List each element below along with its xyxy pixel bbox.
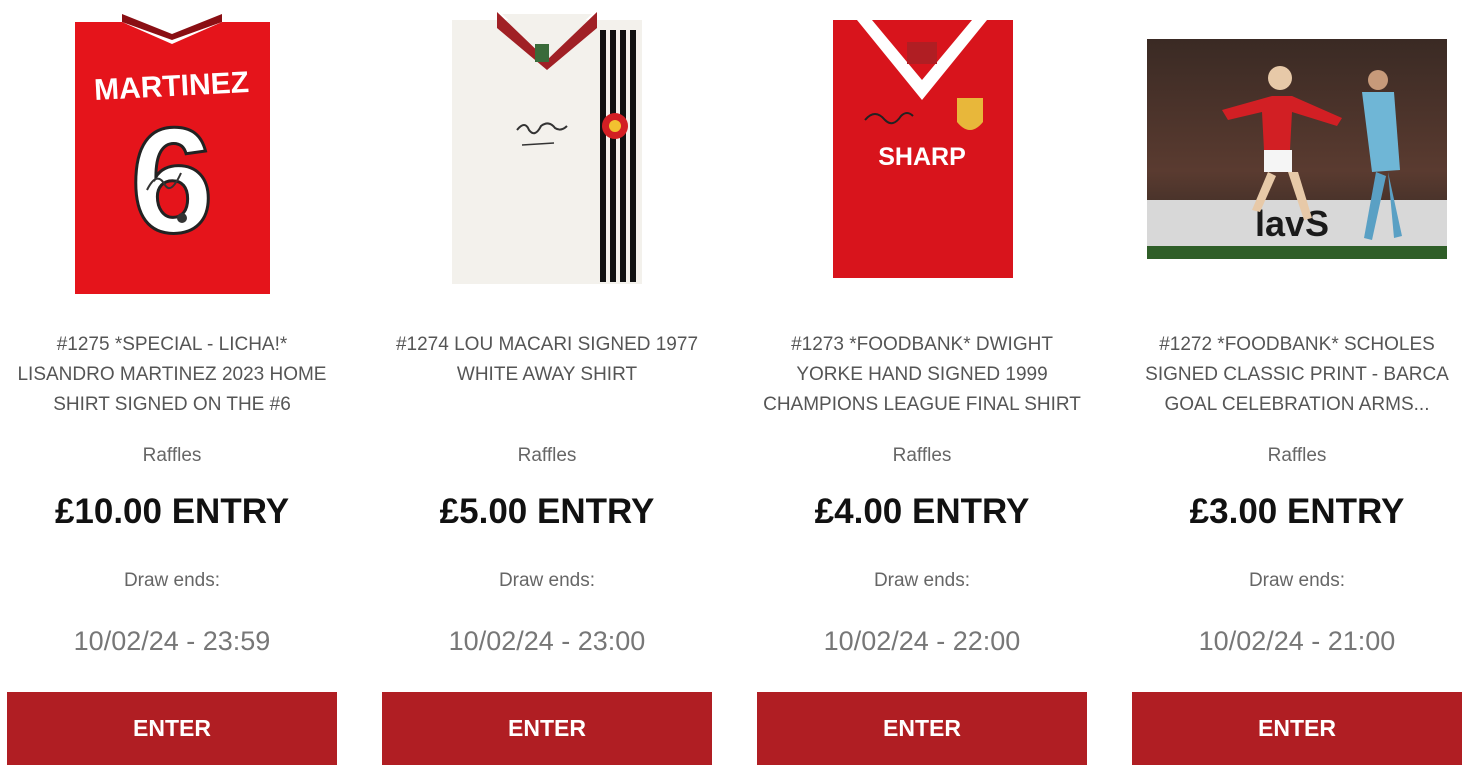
raffle-category: Raffles <box>892 445 952 466</box>
enter-button[interactable]: ENTER <box>1132 692 1462 765</box>
draw-ends-label: Draw ends: <box>123 570 221 591</box>
raffle-category: Raffles <box>1267 445 1327 466</box>
entry-price: £3.00 ENTRY <box>1189 492 1405 531</box>
entry-price: £10.00 ENTRY <box>54 492 290 531</box>
entry-price: £4.00 ENTRY <box>814 492 1030 531</box>
raffle-card: lavS #1272 *FOODBANK* SCHOLES SIGNED CLA… <box>1132 0 1462 772</box>
enter-button[interactable]: ENTER <box>382 692 712 765</box>
white-away-shirt-icon <box>452 12 642 284</box>
enter-button[interactable]: ENTER <box>7 692 337 765</box>
enter-button[interactable]: ENTER <box>757 692 1087 765</box>
red-home-shirt-icon: MARTINEZ 6 <box>75 14 270 294</box>
product-image[interactable]: SHARP <box>757 0 1087 300</box>
draw-ends-date: 10/02/24 - 23:00 <box>448 626 646 656</box>
draw-ends-date: 10/02/24 - 21:00 <box>1198 626 1396 656</box>
raffle-title[interactable]: #1272 *FOODBANK* SCHOLES SIGNED CLASSIC … <box>1137 330 1457 420</box>
draw-ends-date: 10/02/24 - 23:59 <box>73 626 271 656</box>
raffle-category: Raffles <box>517 445 577 466</box>
svg-text:lavS: lavS <box>1255 203 1329 244</box>
product-image[interactable] <box>382 0 712 300</box>
raffle-title[interactable]: #1273 *FOODBANK* DWIGHT YORKE HAND SIGNE… <box>762 330 1082 420</box>
raffle-card: #1274 LOU MACARI SIGNED 1977 WHITE AWAY … <box>382 0 712 772</box>
raffle-category: Raffles <box>142 445 202 466</box>
shirt-sponsor-print: SHARP <box>878 143 966 171</box>
raffle-card: MARTINEZ 6 #1275 *SPECIAL - LICHA!* LISA… <box>7 0 337 772</box>
raffle-card: SHARP #1273 *FOODBANK* DWIGHT YORKE HAND… <box>757 0 1087 772</box>
draw-ends-label: Draw ends: <box>1248 570 1346 591</box>
red-shirt-sharp-icon: SHARP <box>833 20 1013 278</box>
draw-ends-date: 10/02/24 - 22:00 <box>823 626 1021 656</box>
raffle-title[interactable]: #1275 *SPECIAL - LICHA!* LISANDRO MARTIN… <box>12 330 332 420</box>
draw-ends-label: Draw ends: <box>873 570 971 591</box>
raffle-title[interactable]: #1274 LOU MACARI SIGNED 1977 WHITE AWAY … <box>387 330 707 390</box>
product-image[interactable]: lavS <box>1132 0 1462 300</box>
raffle-grid: MARTINEZ 6 #1275 *SPECIAL - LICHA!* LISA… <box>0 0 1467 772</box>
goal-celebration-photo-icon: lavS <box>1147 39 1447 259</box>
product-image[interactable]: MARTINEZ 6 <box>7 0 337 300</box>
entry-price: £5.00 ENTRY <box>439 492 655 531</box>
shirt-number-print: 6 <box>130 96 213 264</box>
draw-ends-label: Draw ends: <box>498 570 596 591</box>
